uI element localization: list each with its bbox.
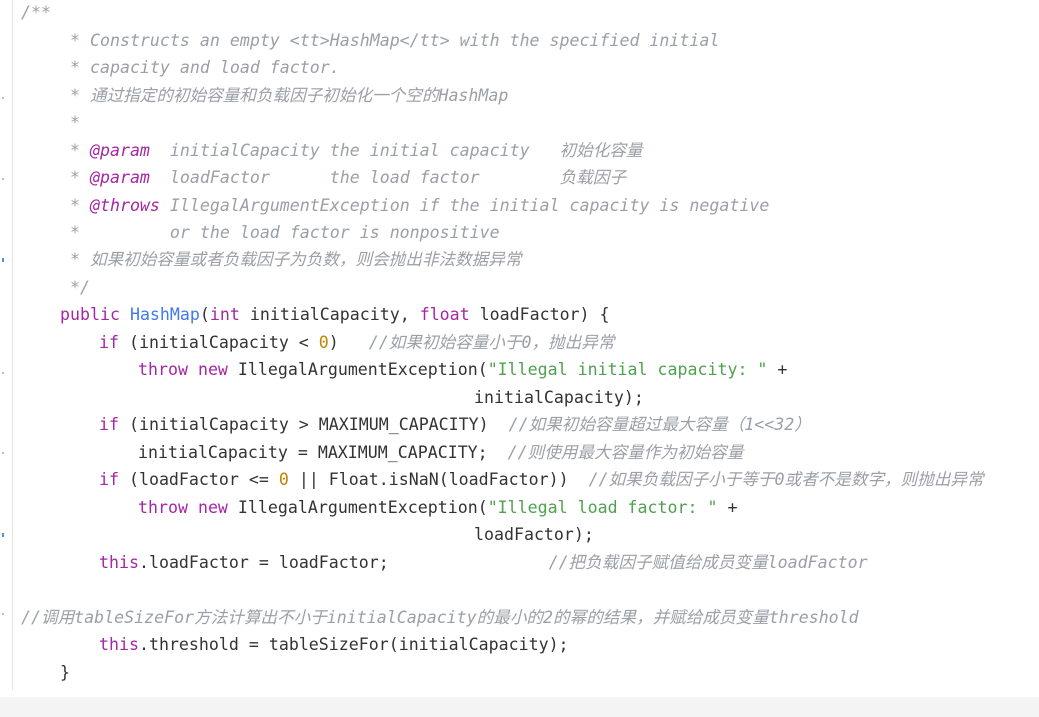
code-line: public HashMap(int initialCapacity, floa… (60, 301, 610, 328)
code-token: * 如果初始容量或者负载因子为负数，则会抛出非法数据异常 (70, 250, 522, 269)
code-token: * (70, 196, 90, 215)
code-token: * (70, 141, 90, 160)
code-token: @param (89, 168, 150, 187)
code-token: //如果初始容量小于0，抛出异常 (368, 333, 615, 352)
code-token: //如果初始容量超过最大容量（1<<32） (508, 415, 811, 434)
code-line: * (70, 109, 80, 136)
code-token: (initialCapacity < (118, 333, 319, 352)
code-token: new (197, 498, 228, 517)
code-token: * 通过指定的初始容量和负载因子初始化一个空的HashMap (70, 86, 509, 105)
code-line: this.threshold = tableSizeFor(initialCap… (99, 631, 569, 658)
code-token: .loadFactor = loadFactor; (138, 553, 549, 572)
code-token: IllegalArgumentException if the initial … (159, 196, 770, 215)
code-token: IllegalArgumentException( (227, 360, 488, 379)
code-line: loadFactor); (474, 521, 594, 548)
code-token: * capacity and load factor. (70, 58, 340, 77)
code-token: IllegalArgumentException( (227, 498, 488, 517)
code-line: * @throws IllegalArgumentException if th… (70, 192, 769, 219)
code-token: "Illegal load factor: " (487, 498, 718, 517)
code-token: * Constructs an empty <tt>HashMap</tt> w… (70, 31, 720, 50)
gutter-mark (2, 258, 4, 262)
code-token: loadFactor the load factor 负载因子 (149, 168, 626, 187)
code-token: ) (328, 333, 369, 352)
code-token: throw (138, 360, 188, 379)
code-token: //如果负载因子小于等于0或者不是数字，则抛出异常 (588, 470, 984, 489)
gutter-divider (12, 0, 13, 690)
code-token: initialCapacity = MAXIMUM_CAPACITY; (138, 443, 508, 462)
code-token: if (99, 415, 119, 434)
code-line: /** (21, 0, 51, 26)
code-token: public (60, 305, 120, 324)
code-line: this.loadFactor = loadFactor; //把负载因子赋值给… (99, 549, 868, 576)
code-token: ( (199, 305, 210, 324)
code-token: if (99, 470, 119, 489)
code-token: HashMap (129, 305, 200, 324)
gutter-mark (2, 97, 4, 99)
code-token: * or the load factor is nonpositive (70, 223, 500, 242)
code-token: new (197, 360, 228, 379)
code-line: * 如果初始容量或者负载因子为负数，则会抛出非法数据异常 (70, 246, 521, 273)
code-line: if (loadFactor <= 0 || Float.isNaN(loadF… (99, 466, 984, 493)
code-token: /** (21, 3, 51, 22)
code-token: //把负载因子赋值给成员变量loadFactor (548, 553, 868, 572)
code-token: * (70, 113, 80, 132)
code-token: initialCapacity, (239, 305, 420, 324)
code-token: throw (138, 498, 188, 517)
code-token: this (99, 635, 139, 654)
gutter-mark (2, 452, 4, 454)
code-token: @throws (89, 196, 160, 215)
code-line: */ (70, 274, 90, 301)
code-token: this (99, 553, 139, 572)
code-token: loadFactor) { (469, 305, 610, 324)
code-line: throw new IllegalArgumentException("Ille… (138, 356, 787, 383)
code-line: * capacity and load factor. (70, 54, 340, 81)
code-token: .threshold = tableSizeFor(initialCapacit… (138, 635, 569, 654)
code-line: * Constructs an empty <tt>HashMap</tt> w… (70, 27, 719, 54)
code-line: initialCapacity); (474, 384, 644, 411)
code-token: initialCapacity); (474, 388, 644, 407)
code-token: || Float.isNaN(loadFactor)) (288, 470, 589, 489)
code-token: + (717, 498, 738, 517)
code-line: * @param loadFactor the load factor 负载因子 (70, 164, 626, 191)
gutter-mark (2, 372, 4, 374)
code-line: if (initialCapacity < 0) //如果初始容量小于0，抛出异… (99, 329, 614, 356)
code-line: initialCapacity = MAXIMUM_CAPACITY; //则使… (138, 439, 743, 466)
code-token: float (419, 305, 470, 324)
horizontal-scrollbar-area (0, 697, 1039, 717)
code-token: int (209, 305, 240, 324)
code-line: if (initialCapacity > MAXIMUM_CAPACITY) … (99, 411, 811, 438)
code-token: loadFactor); (474, 525, 594, 544)
code-token: //调用tableSizeFor方法计算出不小于initialCapacity的… (21, 608, 859, 627)
code-token: @param (89, 141, 150, 160)
code-token: */ (70, 278, 90, 297)
code-token: * (70, 168, 90, 187)
code-line: * @param initialCapacity the initial cap… (70, 137, 643, 164)
code-line: //调用tableSizeFor方法计算出不小于initialCapacity的… (21, 604, 859, 631)
code-token: (loadFactor <= (118, 470, 279, 489)
gutter-mark (2, 533, 4, 537)
code-token: + (767, 360, 788, 379)
code-token: 0 (318, 333, 329, 352)
code-line: throw new IllegalArgumentException("Ille… (138, 494, 737, 521)
code-line: * or the load factor is nonpositive (70, 219, 500, 246)
code-token: //则使用最大容量作为初始容量 (507, 443, 744, 462)
gutter-mark (2, 178, 4, 180)
code-token: (initialCapacity > MAXIMUM_CAPACITY) (118, 415, 509, 434)
code-token: } (60, 663, 70, 682)
code-line: * 通过指定的初始容量和负载因子初始化一个空的HashMap (70, 82, 508, 109)
gutter-mark (2, 613, 4, 615)
code-token: 0 (278, 470, 289, 489)
code-token: initialCapacity the initial capacity 初始化… (149, 141, 643, 160)
code-editor[interactable]: /** * Constructs an empty <tt>HashMap</tt… (0, 0, 1039, 697)
code-token: "Illegal initial capacity: " (487, 360, 768, 379)
code-line: } (60, 659, 70, 686)
code-token: if (99, 333, 119, 352)
gutter (0, 0, 8, 697)
